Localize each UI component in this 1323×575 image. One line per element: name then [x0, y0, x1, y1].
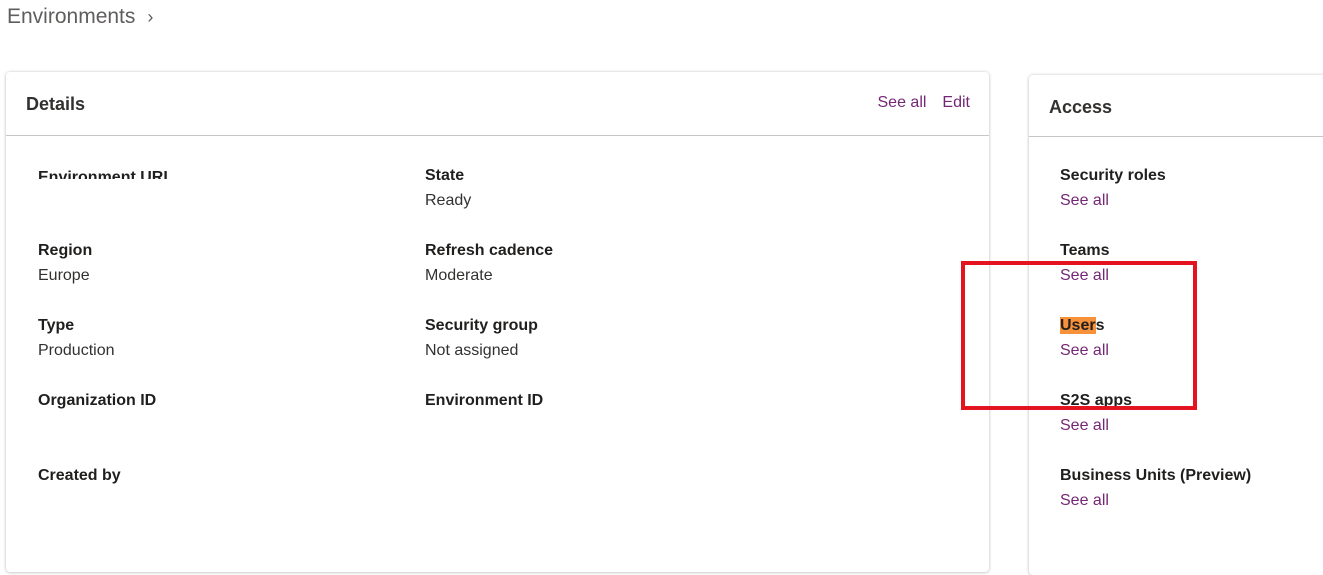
field-type: Type Production	[38, 317, 115, 359]
field-security-group: Security group Not assigned	[425, 317, 538, 359]
breadcrumb[interactable]: Environments ›	[7, 5, 153, 29]
field-environment-url: Environment URL	[38, 169, 174, 179]
field-region: Region Europe	[38, 242, 93, 284]
access-title: Access	[1049, 97, 1113, 117]
s2s-apps-see-all-link[interactable]: See all	[1060, 413, 1132, 438]
field-state: State Ready	[425, 167, 472, 209]
access-header: Access	[1029, 75, 1323, 137]
field-refresh-cadence: Refresh cadence Moderate	[425, 242, 554, 284]
security-roles-see-all-link[interactable]: See all	[1060, 188, 1166, 213]
field-created-by: Created by	[38, 467, 121, 484]
access-security-roles: Security roles See all	[1060, 163, 1166, 213]
annotation-highlight-box	[961, 261, 1197, 410]
breadcrumb-environments[interactable]: Environments	[7, 5, 135, 28]
field-organization-id: Organization ID	[38, 392, 157, 409]
field-environment-id: Environment ID	[425, 392, 544, 409]
see-all-link[interactable]: See all	[878, 94, 927, 111]
details-card: Details See all Edit Environment URL Stat…	[6, 72, 989, 572]
edit-link[interactable]: Edit	[942, 94, 970, 111]
business-units-see-all-link[interactable]: See all	[1060, 488, 1251, 513]
chevron-right-icon: ›	[147, 7, 154, 27]
details-title: Details	[26, 94, 86, 114]
details-header: Details See all Edit	[6, 72, 989, 136]
access-business-units: Business Units (Preview) See all	[1060, 463, 1251, 513]
